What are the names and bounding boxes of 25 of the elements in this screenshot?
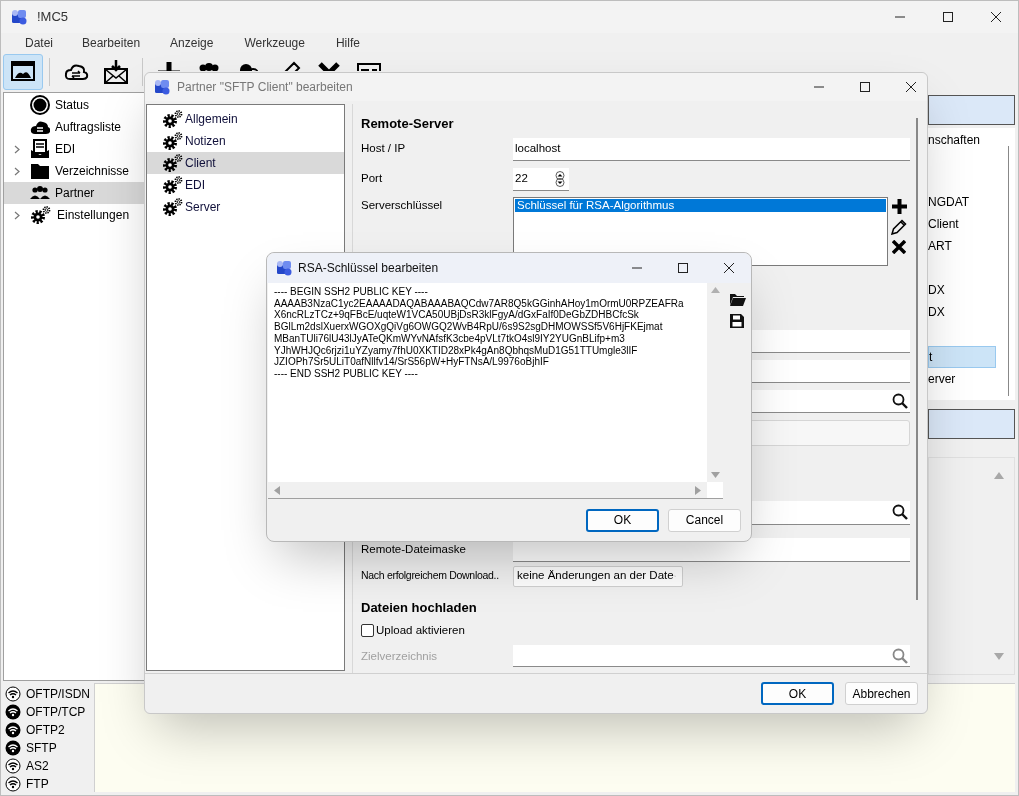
protocol-label: OFTP2 [26, 722, 65, 739]
protocol-label: AS2 [26, 758, 49, 775]
key-text-line: ---- BEGIN SSH2 PUBLIC KEY ---- [274, 286, 429, 298]
protocol-label: OFTP/ISDN [26, 686, 90, 703]
key-text-line: BGlLm2dslXuerxWGOXgQiVg6OWGQ2WvB4RpU/6s9S2sgDHMOWSSf5V6HjFKEjmat [274, 321, 664, 333]
window-title: !MC5 [37, 8, 69, 27]
key-text-line: JZIOPh7Sr5ULiT0afNllfv14/SrS56pW+HyFTNsA/L9976oBjhIF [274, 356, 550, 368]
section-heading: Remote-Server [361, 115, 455, 133]
protocol-label: FTP [26, 776, 49, 793]
field-label: Host / IP [361, 141, 406, 157]
window-title: Partner "SFTP Client" bearbeiten [177, 79, 353, 96]
protocol-label: SFTP [26, 740, 57, 757]
field-label: Serverschlüssel [361, 197, 443, 213]
key-text-line: X6ncRLzTCz+9qFBcE/uqteW1VCA50UBjDsR3klFgyA/dGxFaIf0DeGbZDHBCfcSk [274, 309, 640, 322]
key-text-line: YJhWHJQc6rjzi1uYZyamy7fhU0XKTID28xPk4gAn8QbhqsMuD1G51TTUmgle3lIF [274, 344, 639, 357]
key-text-line: MBanTUli76lU43lJyATeQKmWYvNAfsfK3cbe4pVLt7tkO4sl9IY2YUGnBLifp+m3 [274, 332, 626, 345]
key-text-line: ---- END SSH2 PUBLIC KEY ---- [274, 367, 419, 380]
field-label: Zielverzeichnis [361, 648, 438, 664]
key-text-line: AAAAB3NzaC1yc2EAAAADAQABAAABAQCdw7AR8Q5kGGinhAHoy1mOrmU0RPZEAFRa [274, 297, 685, 310]
field-label: Port [361, 171, 383, 187]
section-heading: Dateien hochladen [361, 598, 478, 617]
field-label: Remote-Dateimaske [361, 541, 466, 557]
protocol-label: OFTP/TCP [26, 704, 86, 721]
field-label: Nach erfolgreichem Download.. [361, 568, 499, 584]
window-title: RSA-Schlüssel bearbeiten [298, 260, 439, 277]
